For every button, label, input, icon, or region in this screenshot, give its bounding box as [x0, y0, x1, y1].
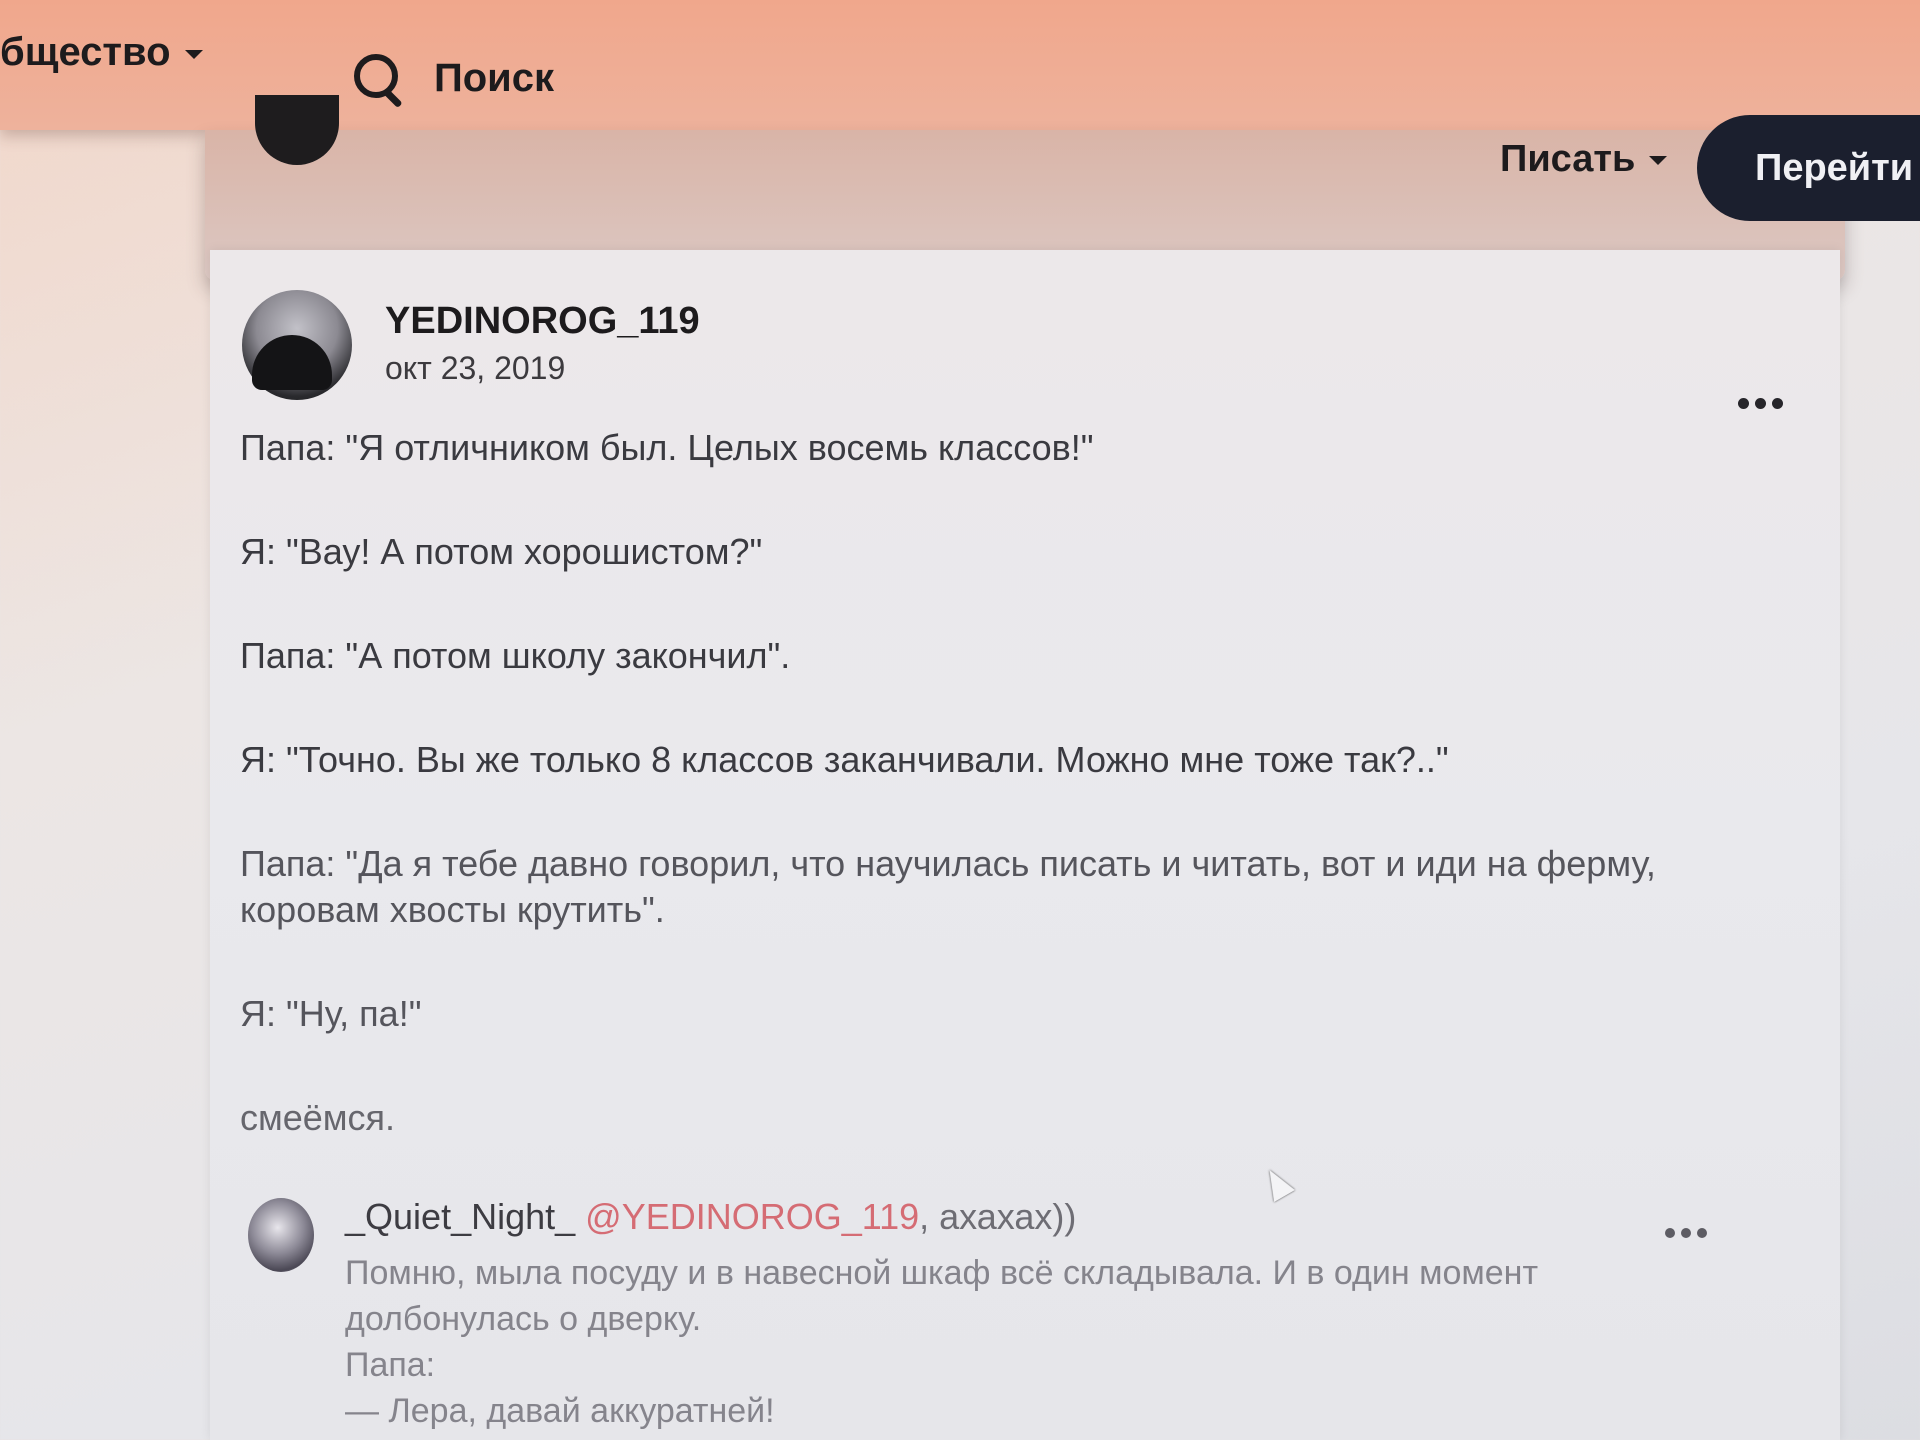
more-options-icon[interactable]	[1738, 398, 1783, 409]
post-date: окт 23, 2019	[385, 350, 566, 386]
comment-text-inline: , ахахах))	[919, 1196, 1077, 1237]
comment-more-options-icon[interactable]	[1665, 1228, 1707, 1238]
comment-header: _Quiet_Night_ @YEDINOROG_119, ахахах))	[345, 1196, 1076, 1238]
comment-line: — Лера, давай аккуратней!	[345, 1392, 775, 1430]
post-paragraph: смеёмся.	[240, 1097, 396, 1138]
post-paragraph: Папа: "Я отличником был. Целых восемь кл…	[240, 427, 1094, 468]
write-menu-button[interactable]: Писать	[1500, 138, 1668, 181]
post-paragraph: Я: "Вау! А потом хорошистом?"	[240, 531, 763, 572]
nav-community-label: бщество	[0, 30, 171, 74]
search-label: Поиск	[434, 55, 555, 100]
comment-avatar[interactable]	[248, 1198, 314, 1272]
post-paragraph: Папа: "Да я тебе давно говорил, что науч…	[240, 843, 1656, 930]
nav-community-menu[interactable]: бщество	[0, 30, 203, 75]
post-paragraph: Я: "Точно. Вы же только 8 классов заканч…	[240, 739, 1449, 780]
go-to-button[interactable]: Перейти к	[1697, 115, 1920, 221]
comment-line: Помню, мыла посуду и в навесной шкаф всё…	[345, 1254, 1539, 1338]
search-icon	[350, 50, 406, 109]
post-paragraph: Я: "Ну, па!"	[240, 993, 422, 1034]
post-author[interactable]: YEDINOROG_119	[385, 300, 700, 343]
comment-mention-link[interactable]: @YEDINOROG_119	[585, 1196, 919, 1237]
comment-body: Помню, мыла посуду и в навесной шкаф всё…	[345, 1250, 1645, 1434]
comment-author[interactable]: _Quiet_Night_	[345, 1196, 575, 1237]
write-label: Писать	[1500, 138, 1636, 180]
post-paragraph: Папа: "А потом школу закончил".	[240, 635, 791, 676]
search-button[interactable]: Поиск	[350, 48, 555, 109]
author-avatar[interactable]	[242, 290, 352, 400]
post-body: Папа: "Я отличником был. Целых восемь кл…	[240, 425, 1720, 1199]
chevron-down-icon	[184, 49, 203, 59]
chevron-down-icon	[1649, 156, 1668, 166]
comment-line: Папа:	[345, 1346, 436, 1384]
